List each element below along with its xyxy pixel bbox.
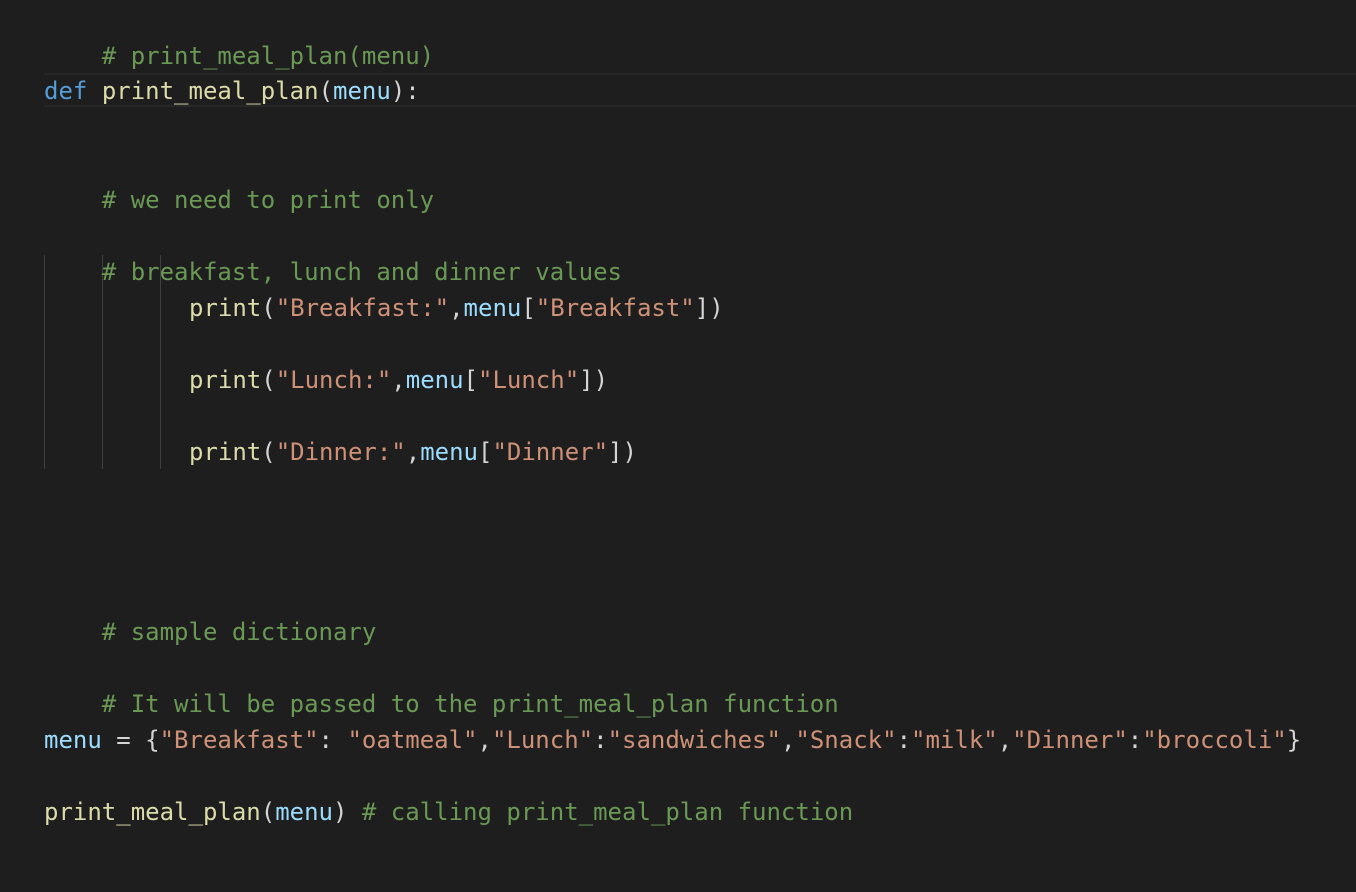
- comment: # breakfast, lunch and dinner values: [101, 258, 622, 286]
- inline-comment: # calling print_meal_plan function: [361, 798, 854, 826]
- menu-variable: menu: [405, 366, 464, 394]
- assign-open-brace: = {: [101, 726, 160, 754]
- string-key: "Dinner": [492, 438, 609, 466]
- code-line-6[interactable]: print("Lunch:",menu["Lunch"]): [189, 362, 608, 398]
- string-key: "Breakfast": [535, 294, 695, 322]
- code-line-8[interactable]: # sample dictionary: [44, 578, 377, 646]
- parameter-menu: menu: [333, 77, 391, 105]
- code-line-5[interactable]: print("Breakfast:",menu["Breakfast"]): [189, 290, 724, 326]
- string-key: "Lunch": [478, 366, 580, 394]
- colon: :: [593, 726, 608, 754]
- code-line-9[interactable]: # It will be passed to the print_meal_pl…: [44, 650, 839, 718]
- dict-value: "sandwiches": [607, 726, 781, 754]
- dict-value: "oatmeal": [347, 726, 478, 754]
- string-literal: "Dinner:": [275, 438, 406, 466]
- comment: # we need to print only: [101, 186, 435, 214]
- open-paren: (: [261, 438, 276, 466]
- comma: ,: [780, 726, 796, 754]
- comment: # It will be passed to the print_meal_pl…: [101, 690, 839, 718]
- dict-key: "Snack": [795, 726, 897, 754]
- open-bracket: [: [478, 438, 493, 466]
- close-paren: ): [333, 798, 348, 826]
- open-paren: (: [260, 798, 276, 826]
- code-editor[interactable]: # print_meal_plan(menu) def print_meal_p…: [0, 0, 1356, 892]
- colon: :: [318, 726, 348, 754]
- open-bracket: [: [463, 366, 478, 394]
- close-brace: }: [1286, 726, 1302, 754]
- comma: ,: [997, 726, 1013, 754]
- string-literal: "Breakfast:": [275, 294, 450, 322]
- code-line-3[interactable]: # we need to print only: [44, 146, 434, 214]
- code-line-11[interactable]: print_meal_plan(menu) # calling print_me…: [44, 794, 853, 830]
- open-paren: (: [261, 366, 276, 394]
- dict-key: "Lunch": [491, 726, 594, 754]
- print-call: print: [189, 438, 262, 466]
- colon: :: [896, 726, 912, 754]
- comma: ,: [477, 726, 492, 754]
- comma: ,: [449, 294, 464, 322]
- menu-argument: menu: [275, 798, 333, 826]
- function-name: print_meal_plan: [101, 77, 319, 105]
- code-line-10[interactable]: menu = {"Breakfast": "oatmeal","Lunch":"…: [44, 722, 1301, 758]
- menu-variable: menu: [44, 726, 102, 754]
- open-bracket: [: [521, 294, 536, 322]
- close-paren-colon: ):: [390, 77, 420, 105]
- code-line-1[interactable]: # print_meal_plan(menu): [44, 2, 434, 70]
- menu-variable: menu: [463, 294, 522, 322]
- menu-variable: menu: [420, 438, 478, 466]
- code-line-4[interactable]: # breakfast, lunch and dinner values: [44, 218, 622, 286]
- comment: # sample dictionary: [101, 618, 377, 646]
- string-literal: "Lunch:": [275, 366, 392, 394]
- comma: ,: [391, 366, 406, 394]
- comment: # print_meal_plan(menu): [101, 42, 435, 70]
- print-call: print: [189, 294, 262, 322]
- code-line-7[interactable]: print("Dinner:",menu["Dinner"]): [189, 434, 637, 470]
- code-line-2[interactable]: def print_meal_plan(menu):: [44, 73, 420, 109]
- open-paren: (: [318, 77, 334, 105]
- print-call: print: [189, 366, 262, 394]
- dict-key: "Dinner": [1012, 726, 1128, 754]
- dict-key: "Breakfast": [159, 726, 319, 754]
- function-call: print_meal_plan: [44, 798, 261, 826]
- close-bracket-paren: ]): [579, 366, 609, 394]
- colon: :: [1127, 726, 1143, 754]
- close-bracket-paren: ]): [608, 438, 637, 466]
- comma: ,: [405, 438, 421, 466]
- dict-value: "milk": [911, 726, 998, 754]
- def-keyword: def: [44, 77, 88, 105]
- dict-value: "broccoli": [1142, 726, 1287, 754]
- close-bracket-paren: ]): [694, 294, 724, 322]
- open-paren: (: [261, 294, 276, 322]
